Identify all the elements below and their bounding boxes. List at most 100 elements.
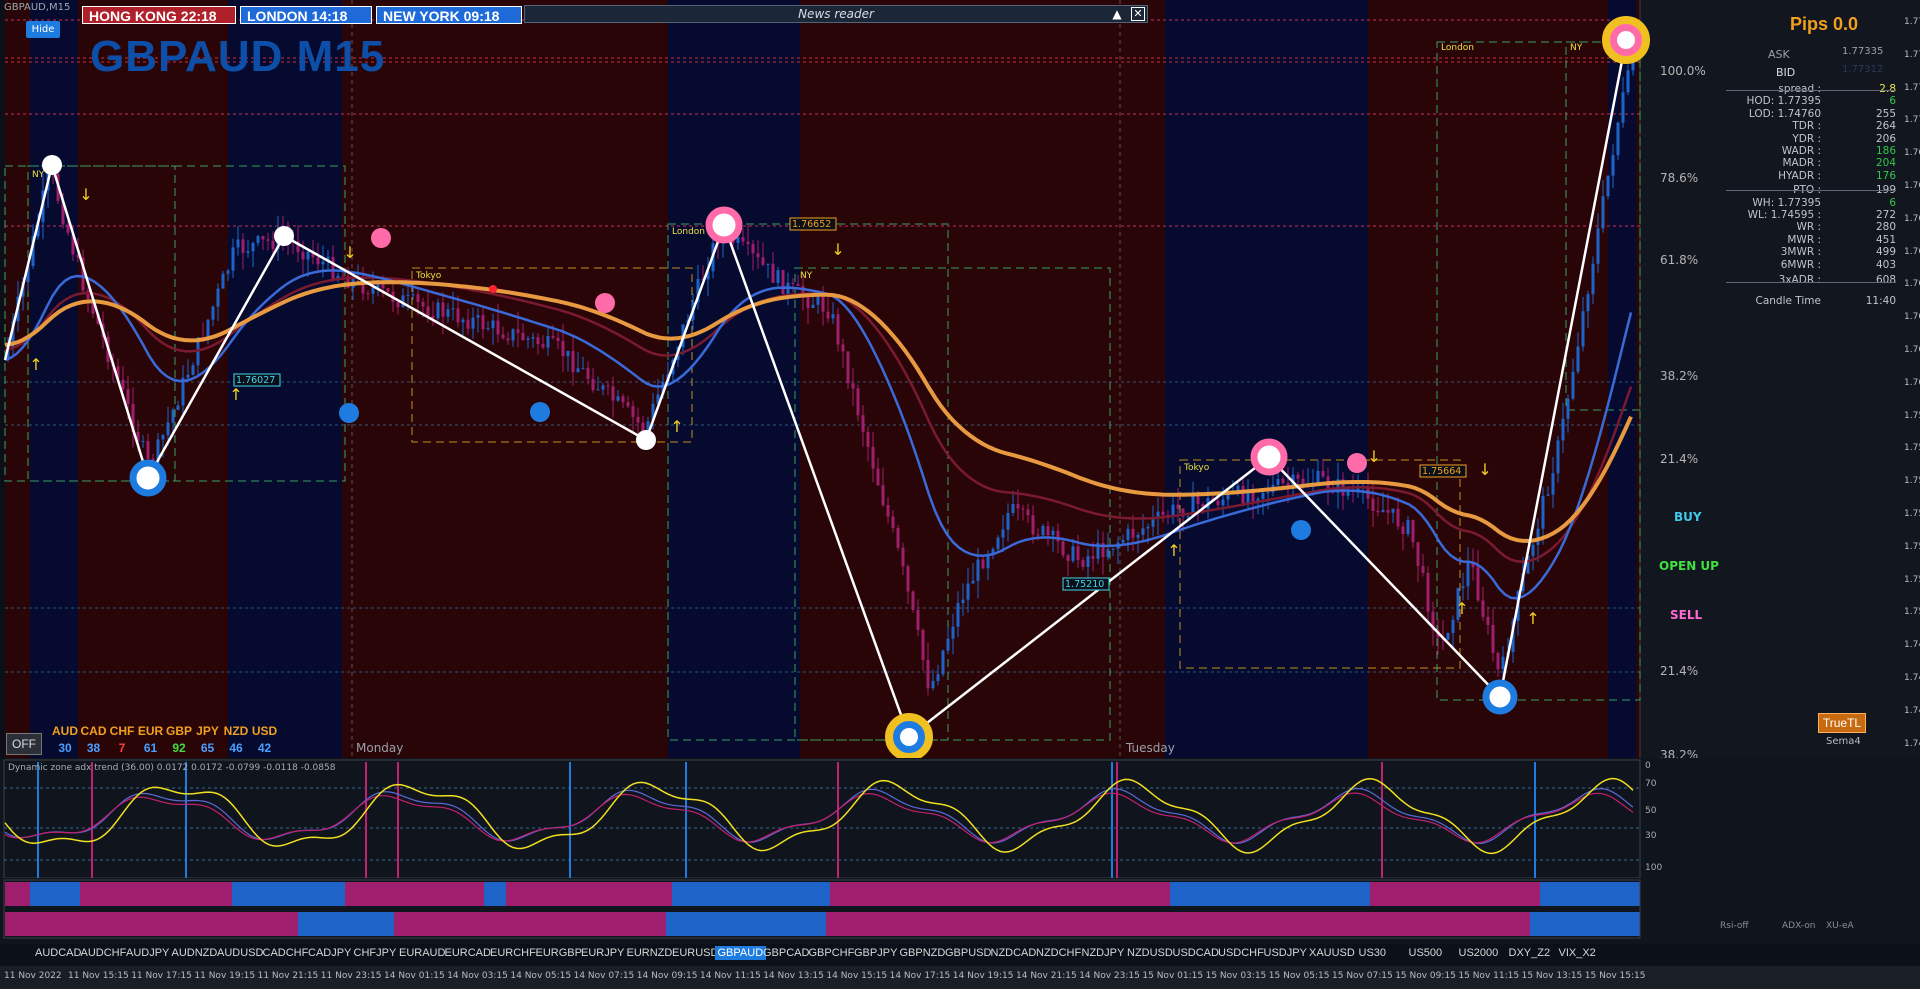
symbol-usdchf[interactable]: USDCHF — [1215, 946, 1267, 960]
adx-oscillator[interactable]: 70 50 30 0 100 — [0, 758, 1920, 880]
symbol-us30[interactable]: US30 — [1356, 946, 1390, 960]
stat-key: TDR : — [1792, 120, 1821, 133]
chart-symbol-label: GBPAUD,M15 — [4, 2, 71, 13]
fib-label: 38.2% — [1660, 369, 1699, 383]
date-tick: 14 Nov 21:15 — [1016, 971, 1077, 981]
day-label: Monday — [356, 741, 403, 755]
symbol-gbpnzd[interactable]: GBPNZD — [897, 946, 949, 960]
symbol-nzdjpy[interactable]: NZDJPY — [1079, 946, 1128, 960]
stat-key: MADR : — [1782, 157, 1822, 170]
symbol-cadjpy[interactable]: CADJPY — [305, 946, 354, 960]
hide-button[interactable]: Hide — [26, 21, 60, 38]
date-tick: 11 Nov 19:15 — [194, 971, 256, 981]
symbol-eurjpy[interactable]: EURJPY — [578, 946, 627, 960]
bid-value: 1.77312 — [1842, 64, 1884, 75]
date-tick: 15 Nov 03:15 — [1205, 971, 1267, 981]
date-tick: 14 Nov 05:15 — [510, 971, 572, 981]
currency-value: 42 — [257, 741, 272, 755]
symbol-eurnzd[interactable]: EURNZD — [624, 946, 676, 960]
dot-marker — [489, 285, 497, 293]
close-icon[interactable]: ✕ — [1131, 7, 1145, 21]
symbol-gbpaud[interactable]: GBPAUD — [714, 946, 767, 960]
dot-marker — [371, 228, 391, 248]
price-level-label: 1.76652 — [792, 219, 831, 230]
stat-value: 6 — [1889, 95, 1896, 108]
sema-label: Sema4 — [1826, 736, 1861, 747]
buy-signal: BUY — [1674, 510, 1702, 524]
symbol-usdjpy[interactable]: USDJPY — [1261, 946, 1310, 960]
stat-key: YDR : — [1792, 132, 1821, 145]
stat-row: HYADR : 176 — [1726, 170, 1896, 182]
date-tick: 15 Nov 11:15 — [1458, 971, 1520, 981]
pivot-marker — [274, 226, 294, 246]
up-arrow-icon: ↑ — [229, 385, 242, 404]
symbol-us2000[interactable]: US2000 — [1456, 946, 1502, 960]
date-tick: 11 Nov 2022 — [4, 971, 62, 981]
date-tick: 14 Nov 01:15 — [384, 971, 445, 981]
pivot-marker — [900, 728, 918, 746]
bar-label: ADX-on — [1782, 921, 1816, 931]
symbol-audchf[interactable]: AUDCHF — [78, 946, 130, 960]
pivot-marker — [1617, 31, 1635, 49]
price-tick: 1.74665 — [1904, 705, 1920, 716]
price-tick: 1.75200 — [1904, 574, 1920, 585]
price-tick: 1.75470 — [1904, 509, 1920, 519]
symbol-us500[interactable]: US500 — [1406, 946, 1446, 960]
price-tick: 1.76135 — [1904, 345, 1920, 355]
stat-row: LOD: 1.74760 255 — [1726, 108, 1896, 120]
currency-name: EUR — [137, 724, 164, 738]
price-tick: 1.75870 — [1904, 410, 1920, 421]
symbol-vix_x2[interactable]: VIX_X2 — [1556, 946, 1599, 960]
price-level-label: 1.76027 — [236, 375, 275, 386]
symbol-gbpchf[interactable]: GBPCHF — [806, 946, 858, 960]
symbol-nzdchf[interactable]: NZDCHF — [1033, 946, 1084, 960]
price-tick: 1.75070 — [1904, 607, 1920, 618]
stat-row: Candle Time 11:40 — [1726, 295, 1897, 307]
stat-value: 6 — [1889, 196, 1896, 209]
symbol-audnzd[interactable]: AUDNZD — [169, 946, 221, 960]
price-tick: 1.76405 — [1904, 279, 1920, 290]
price-tick: 1.76535 — [1904, 246, 1920, 257]
stat-value: 264 — [1875, 120, 1896, 133]
stat-key: WL: 1.74595 : — [1747, 209, 1821, 221]
up-arrow-icon: ↑ — [1526, 609, 1539, 628]
clock-1: LONDON 14:18 — [240, 6, 372, 24]
truetl-button[interactable]: TrueTL — [1818, 713, 1866, 733]
stat-key: 3xADR : — [1778, 274, 1821, 286]
stat-value: 272 — [1875, 209, 1896, 221]
news-reader-bar[interactable]: News reader ▲ ✕ — [524, 5, 1148, 23]
symbol-nzdcad[interactable]: NZDCAD — [988, 946, 1040, 960]
fib-label: 61.8% — [1660, 253, 1699, 267]
stat-key: HOD: 1.77395 — [1746, 95, 1821, 108]
symbol-xauusd[interactable]: XAUUSD — [1306, 946, 1358, 960]
osc-level: 50 — [1645, 806, 1657, 816]
date-tick: 14 Nov 11:15 — [700, 971, 761, 981]
symbol-gbpjpy[interactable]: GBPJPY — [851, 946, 900, 960]
date-tick: 15 Nov 15:15 — [1584, 971, 1646, 981]
symbol-eurchf[interactable]: EURCHF — [487, 946, 539, 960]
open-up-signal: OPEN UP — [1659, 559, 1719, 573]
stat-value: 186 — [1875, 145, 1896, 157]
price-tick: 1.74530 — [1904, 738, 1920, 749]
symbol-chfjpy[interactable]: CHFJPY — [351, 946, 400, 960]
date-tick: 15 Nov 07:15 — [1332, 971, 1393, 981]
stat-value: 403 — [1875, 258, 1896, 271]
off-button[interactable]: OFF — [6, 733, 42, 755]
stat-key: WADR : — [1781, 145, 1821, 157]
symbol-cadchf[interactable]: CADCHF — [260, 946, 312, 960]
price-chart[interactable]: ↑ ↑ ↑ ↑ ↑ ↑ ↓ ↓ ↓ ↓ ↓ NY Tokyo London NY Tokyo London NY 1… — [0, 0, 1920, 760]
price-tick: 1.77470 — [1904, 17, 1920, 27]
symbol-dxy_z2[interactable]: DXY_Z2 — [1506, 946, 1554, 960]
bar-label: XU-eA — [1826, 921, 1854, 931]
price-level-label: 1.75210 — [1065, 579, 1104, 590]
stats-divider — [1726, 90, 1896, 91]
collapse-icon[interactable]: ▲ — [1109, 6, 1125, 22]
stat-row: 6MWR : 403 — [1726, 259, 1896, 271]
symbol-nzdusd[interactable]: NZDUSD — [1124, 946, 1176, 960]
price-tick: 1.76940 — [1904, 148, 1920, 159]
stat-value: 608 — [1875, 274, 1896, 286]
stat-row: MADR : 204 — [1726, 157, 1897, 170]
symbol-audjpy[interactable]: AUDJPY — [123, 946, 172, 960]
stat-key: LOD: 1.74760 — [1748, 107, 1821, 120]
stat-value: 499 — [1875, 246, 1896, 259]
